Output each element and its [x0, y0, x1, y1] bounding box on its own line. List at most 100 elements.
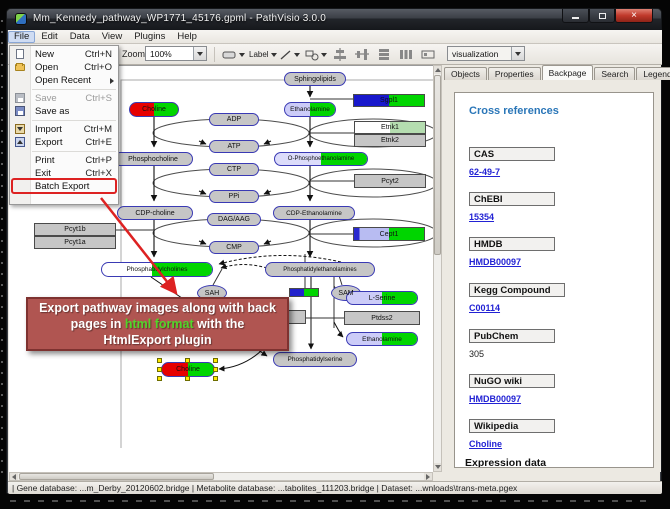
menu-edit[interactable]: Edit	[35, 31, 63, 43]
shape-tool-button[interactable]	[302, 46, 330, 63]
zoom-dropdown-button[interactable]	[193, 47, 206, 60]
link-chebi-id[interactable]: 15354	[469, 212, 494, 222]
align-center-button[interactable]	[330, 46, 350, 63]
menu-view[interactable]: View	[96, 31, 128, 43]
label-tool-button[interactable]: Label	[246, 46, 280, 63]
save-icon	[14, 93, 26, 104]
menu-item-export[interactable]: ExportCtrl+E	[10, 136, 118, 149]
canvas-horizontal-scrollbar[interactable]	[9, 472, 433, 481]
link-nugo-id[interactable]: HMDB00097	[469, 394, 521, 404]
node-ptdss2[interactable]: Ptdss2	[344, 311, 420, 325]
menu-item-import[interactable]: ImportCtrl+M	[10, 123, 118, 136]
close-button[interactable]: ×	[615, 9, 653, 23]
tab-search[interactable]: Search	[594, 67, 635, 80]
visualization-combobox[interactable]: visualization	[447, 46, 525, 61]
distribute-icon	[421, 48, 435, 61]
node-phosphatidylserine[interactable]: Phosphatidylserine	[273, 352, 357, 367]
visualization-dropdown-button[interactable]	[511, 47, 524, 60]
stack-horizontal-button[interactable]	[374, 46, 394, 63]
scroll-left-arrow[interactable]	[10, 473, 18, 480]
stack-vertical-button[interactable]	[396, 46, 416, 63]
selection-handle[interactable]	[213, 376, 218, 381]
pubchem-id: 305	[469, 349, 484, 359]
tab-objects[interactable]: Objects	[444, 67, 487, 80]
node-cdp-choline[interactable]: CDP-choline	[117, 206, 193, 220]
node-pcyt1a[interactable]: Pcyt1a	[34, 236, 116, 249]
node-phosphatidylethanolamines[interactable]: Phosphatidylethanolamines	[265, 262, 375, 277]
menu-item-save[interactable]: SaveCtrl+S	[10, 92, 118, 105]
selection-handle[interactable]	[157, 367, 162, 372]
canvas-vertical-scrollbar[interactable]	[433, 65, 442, 472]
node-ptdss1-genebox[interactable]	[286, 310, 306, 324]
tab-backpage[interactable]: Backpage	[542, 65, 594, 80]
node-sphingolipids[interactable]: Sphingolipids	[284, 72, 346, 86]
link-wikipedia-id[interactable]: Choline	[469, 439, 502, 449]
node-l-serine[interactable]: L-Serine	[346, 291, 418, 305]
node-adp[interactable]: ADP	[209, 113, 259, 126]
selection-handle[interactable]	[185, 358, 190, 363]
minimize-button[interactable]	[562, 9, 589, 23]
link-cas-id[interactable]: 62-49-7	[469, 167, 500, 177]
selection-handle[interactable]	[185, 376, 190, 381]
menu-plugins[interactable]: Plugins	[128, 31, 171, 43]
node-cmp[interactable]: CMP	[209, 241, 259, 254]
node-pcyt1b[interactable]: Pcyt1b	[34, 223, 116, 236]
node-pemt-genebox[interactable]	[289, 288, 319, 297]
tab-legend[interactable]: Legend	[636, 67, 670, 80]
node-ethanolamine[interactable]: Ethanolamine	[284, 102, 336, 117]
node-etnk1[interactable]: Etnk1	[354, 121, 426, 134]
menu-item-open[interactable]: OpenCtrl+O	[10, 61, 118, 74]
scroll-right-arrow[interactable]	[424, 473, 432, 480]
app-icon	[15, 13, 27, 25]
line-tool-button[interactable]	[276, 46, 303, 63]
distribute-button[interactable]	[418, 46, 438, 63]
align-middle-button[interactable]	[352, 46, 372, 63]
node-dag-aag[interactable]: DAG/AAG	[207, 213, 261, 226]
expression-data-heading: Expression data	[465, 457, 546, 468]
node-etnk2[interactable]: Etnk2	[354, 134, 426, 147]
node-phosphocholine[interactable]: Phosphocholine	[113, 152, 193, 166]
maximize-button[interactable]	[589, 9, 615, 23]
selection-handle[interactable]	[157, 376, 162, 381]
node-phosphatidylcholines[interactable]: Phosphatidylcholines	[101, 262, 213, 277]
node-sgpl1[interactable]: Sgpl1	[353, 94, 425, 107]
menu-item-save-as[interactable]: Save as	[10, 105, 118, 118]
node-cept1[interactable]: Cept1	[353, 227, 425, 241]
screenshot-stage: Mm_Kennedy_pathway_WP1771_45176.gpml - P…	[0, 0, 670, 509]
menu-item-print[interactable]: PrintCtrl+P	[10, 154, 118, 167]
tab-properties[interactable]: Properties	[488, 67, 541, 80]
menu-file[interactable]: File	[8, 31, 35, 43]
scroll-down-arrow[interactable]	[434, 463, 441, 471]
db-header-hmdb: HMDB	[469, 237, 555, 251]
vertical-scroll-thumb[interactable]	[434, 75, 441, 255]
callout-line3: HtmlExport plugin	[103, 332, 211, 348]
node-choline-selected[interactable]: Choline	[161, 362, 215, 377]
link-hmdb-id[interactable]: HMDB00097	[469, 257, 521, 267]
menu-item-exit[interactable]: ExitCtrl+X	[10, 167, 118, 180]
node-ethanolamine-2[interactable]: Ethanolamine	[346, 332, 418, 346]
db-header-nugo: NuGO wiki	[469, 374, 555, 388]
node-ppi[interactable]: PPi	[209, 190, 259, 203]
node-o-phosphoethanolamine[interactable]: O-Phosphoethanolamine	[274, 152, 368, 166]
link-kegg-id[interactable]: C00114	[469, 303, 500, 313]
node-choline[interactable]: Choline	[129, 102, 179, 117]
node-cdp-ethanolamine[interactable]: CDP-Ethanolamine	[273, 206, 355, 220]
menu-item-new[interactable]: NewCtrl+N	[10, 48, 118, 61]
selection-handle[interactable]	[213, 367, 218, 372]
triangle-down-icon	[435, 465, 441, 469]
menu-item-open-recent[interactable]: Open Recent	[10, 74, 118, 87]
selection-handle[interactable]	[213, 358, 218, 363]
chevron-down-icon	[321, 53, 327, 57]
zoom-combobox[interactable]: 100%	[145, 46, 207, 61]
menu-item-batch-export[interactable]: Batch Export	[10, 180, 118, 193]
menu-help[interactable]: Help	[171, 31, 203, 43]
datanode-tool-button[interactable]	[219, 46, 248, 63]
scroll-up-arrow[interactable]	[434, 66, 441, 74]
menu-data[interactable]: Data	[64, 31, 96, 43]
node-ctp[interactable]: CTP	[209, 163, 259, 176]
node-pcyt2[interactable]: Pcyt2	[354, 174, 426, 188]
node-atp[interactable]: ATP	[209, 140, 259, 153]
selection-handle[interactable]	[157, 358, 162, 363]
horizontal-scroll-thumb[interactable]	[19, 473, 214, 480]
panel-tab-row: Objects Properties Backpage Search Legen…	[444, 65, 670, 80]
